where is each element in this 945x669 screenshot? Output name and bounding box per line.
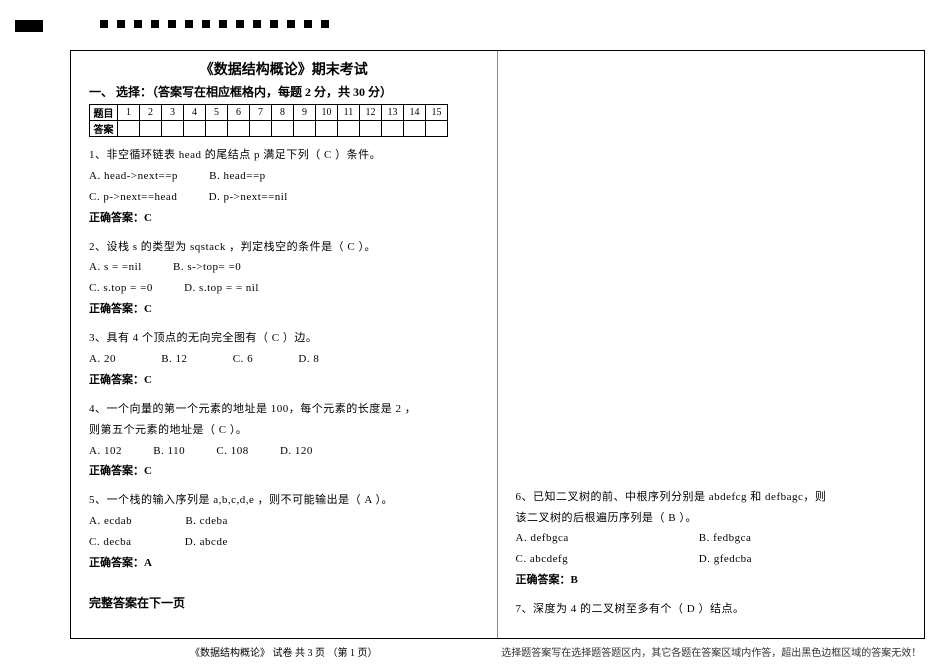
q5-text: 5、一个栈的输入序列是 a,b,c,d,e ，则不可能输出是（ A ）。 xyxy=(89,490,479,511)
q1-opt-d: D. p->next==nil xyxy=(209,187,288,208)
question-6: 6、已知二叉树的前、中根序列分别是 abdefcg 和 defbagc，则 该二… xyxy=(516,487,907,591)
q4-opt-d: D. 120 xyxy=(280,441,313,462)
marker-dots-row xyxy=(100,20,329,28)
exam-page: 《数据结构概论》期末考试 一、 选择：（答案写在相应框格内，每题 2 分，共 3… xyxy=(70,50,925,639)
q6-opt-d: D. gfedcba xyxy=(699,553,752,565)
answer-grid: 题目 1 2 3 4 5 6 7 8 9 10 11 12 13 14 15 答… xyxy=(89,104,448,137)
q4-text-2: 则第五个元素的地址是（ C ）。 xyxy=(89,420,479,441)
q3-opt-b: B. 12 xyxy=(161,349,187,370)
q1-opt-a: A. head->next==p xyxy=(89,166,178,187)
q3-text: 3、具有 4 个顶点的无向完全图有（ C ）边。 xyxy=(89,328,479,349)
question-7: 7、深度为 4 的二叉树至多有个（ D ）结点。 xyxy=(516,599,907,620)
q6-text-1: 6、已知二叉树的前、中根序列分别是 abdefcg 和 defbagc，则 xyxy=(516,487,907,508)
q2-answer: 正确答案：C xyxy=(89,299,479,320)
q5-opt-a: A. ecdab xyxy=(89,511,132,532)
exam-title: 《数据结构概论》期末考试 xyxy=(89,59,479,79)
q1-opt-b: B. head==p xyxy=(209,166,266,187)
q3-opt-c: C. 6 xyxy=(233,349,253,370)
q4-opt-a: A. 102 xyxy=(89,441,122,462)
q3-answer: 正确答案：C xyxy=(89,370,479,391)
row-label-answer: 答案 xyxy=(90,121,118,137)
q2-opt-c: C. s.top = =0 xyxy=(89,278,153,299)
q4-text-1: 4、一个向量的第一个元素的地址是 100，每个元素的长度是 2 ， xyxy=(89,399,479,420)
q1-text: 1、非空循环链表 head 的尾结点 p 满足下列（ C ）条件。 xyxy=(89,145,479,166)
q6-answer: 正确答案：B xyxy=(516,570,907,591)
q5-answer: 正确答案：A xyxy=(89,553,479,574)
q2-text: 2、设栈 s 的类型为 sqstack ，判定栈空的条件是（ C ）。 xyxy=(89,237,479,258)
q1-opt-c: C. p->next==head xyxy=(89,187,177,208)
section-1-heading: 一、 选择：（答案写在相应框格内，每题 2 分，共 30 分） xyxy=(89,83,479,100)
corner-marker-left xyxy=(15,20,43,32)
top-alignment-markers xyxy=(0,20,945,32)
question-1: 1、非空循环链表 head 的尾结点 p 满足下列（ C ）条件。 A. hea… xyxy=(89,145,479,229)
right-column: 6、已知二叉树的前、中根序列分别是 abdefcg 和 defbagc，则 该二… xyxy=(498,51,925,638)
table-header-row: 题目 1 2 3 4 5 6 7 8 9 10 11 12 13 14 15 xyxy=(90,105,448,121)
q4-answer: 正确答案：C xyxy=(89,461,479,482)
q1-answer: 正确答案：C xyxy=(89,208,479,229)
question-5: 5、一个栈的输入序列是 a,b,c,d,e ，则不可能输出是（ A ）。 A. … xyxy=(89,490,479,574)
q6-opt-b: B. fedbgca xyxy=(699,532,752,544)
q2-opt-b: B. s->top= =0 xyxy=(173,257,241,278)
question-3: 3、具有 4 个顶点的无向完全图有（ C ）边。 A. 20 B. 12 C. … xyxy=(89,328,479,391)
row-label-question: 题目 xyxy=(90,105,118,121)
question-4: 4、一个向量的第一个元素的地址是 100，每个元素的长度是 2 ， 则第五个元素… xyxy=(89,399,479,483)
q4-opt-b: B. 110 xyxy=(153,441,185,462)
question-2: 2、设栈 s 的类型为 sqstack ，判定栈空的条件是（ C ）。 A. s… xyxy=(89,237,479,321)
q5-opt-b: B. cdeba xyxy=(185,511,227,532)
left-column: 《数据结构概论》期末考试 一、 选择：（答案写在相应框格内，每题 2 分，共 3… xyxy=(71,51,498,638)
q6-opt-c: C. abcdefg xyxy=(516,549,696,570)
q3-opt-d: D. 8 xyxy=(298,349,319,370)
q6-opt-a: A. defbgca xyxy=(516,528,696,549)
footer-left-text: 《数据结构概论》 试卷 共 3 页 （第 1 页） xyxy=(70,644,498,659)
q5-opt-d: D. abcde xyxy=(185,532,228,553)
q3-opt-a: A. 20 xyxy=(89,349,116,370)
q2-opt-a: A. s = =nil xyxy=(89,257,142,278)
next-page-note: 完整答案在下一页 xyxy=(89,594,479,611)
table-answer-row: 答案 xyxy=(90,121,448,137)
q6-text-2: 该二叉树的后根遍历序列是（ B ）。 xyxy=(516,508,907,529)
q7-text: 7、深度为 4 的二叉树至多有个（ D ）结点。 xyxy=(516,599,907,620)
q4-opt-c: C. 108 xyxy=(216,441,248,462)
q2-opt-d: D. s.top = = nil xyxy=(184,278,259,299)
page-footer: 《数据结构概论》 试卷 共 3 页 （第 1 页） 选择题答案写在选择题答题区内… xyxy=(70,644,925,659)
q5-opt-c: C. decba xyxy=(89,532,131,553)
footer-right-text: 选择题答案写在选择题答题区内，其它各题在答案区域内作答，超出黑色边框区域的答案无… xyxy=(498,644,926,659)
